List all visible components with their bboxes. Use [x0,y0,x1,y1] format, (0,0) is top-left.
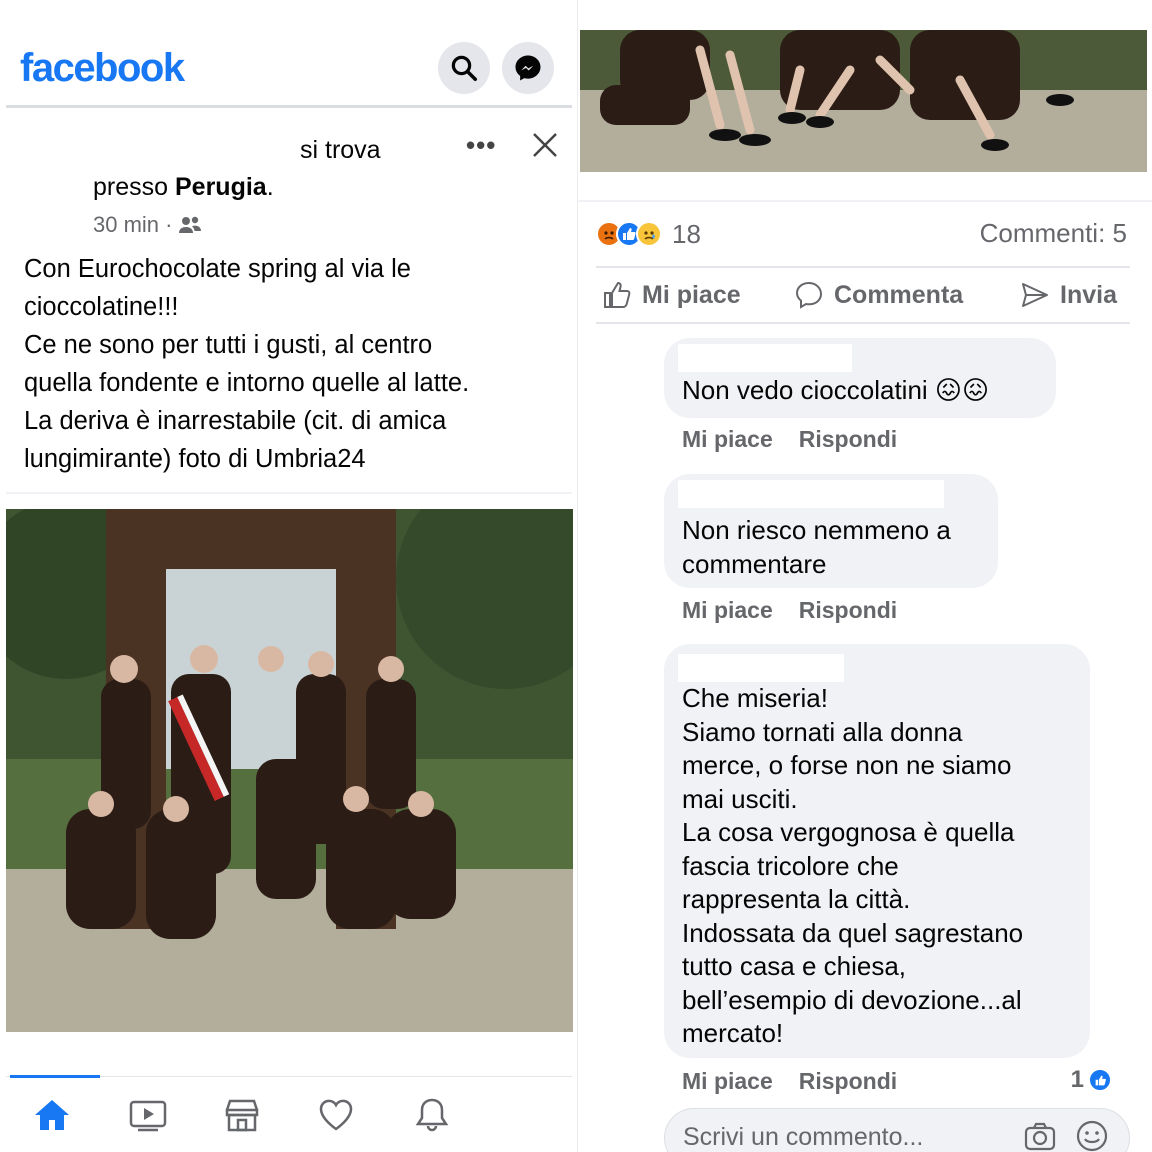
comment-text-line: Siamo tornati alla donna [682,716,963,747]
comment-reply-button[interactable]: Rispondi [799,1068,897,1095]
search-button[interactable] [438,42,490,94]
commenter-name-redacted[interactable] [678,344,852,372]
comment-text-line: Che miseria! [682,683,828,713]
comment-input-placeholder: Scrivi un commento... [683,1123,924,1151]
reactions-summary[interactable]: 18 [596,216,701,252]
dating-icon[interactable] [316,1095,356,1135]
right-screenshot: 18 Commenti: 5 Mi piace Commenta Invia N… [578,0,1152,1152]
comment-text-line: merce, o forse non ne siamo [682,750,1012,780]
comment-text-line: mai usciti. [682,783,798,814]
post-header: si trova presso Perugia. 30 min · ••• [0,126,578,238]
post-text-line: quella fondente e intorno quelle al latt… [24,369,470,397]
write-comment-input[interactable]: Scrivi un commento... [664,1108,1130,1152]
close-icon[interactable] [530,130,560,160]
post-photo[interactable] [6,509,573,1032]
comment-like-button[interactable]: Mi piace [682,426,773,453]
divider [6,492,572,494]
top-bar: facebook [6,30,572,108]
location-link[interactable]: Perugia [175,173,267,201]
commenter-name-redacted[interactable] [678,480,944,508]
friends-audience-icon [179,216,202,233]
photo-illustration [6,509,573,1032]
like-badge-icon [1088,1068,1112,1092]
home-icon[interactable] [32,1095,72,1135]
comment-bubble: Non riesco nemmeno a commentare [664,474,998,588]
post-actions: Mi piace Commenta Invia [596,266,1130,324]
comment-actions: Mi piace Rispondi [682,597,897,624]
bottom-navigation [6,1075,572,1152]
notifications-icon[interactable] [412,1095,452,1135]
comment-text: Che miseria! Siamo tornati alla donna me… [682,682,1023,1051]
post-text-line: Ce ne sono per tutti i gusti, al centro [24,331,433,359]
post-text: Con Eurochocolate spring al via le ciocc… [24,250,564,478]
facebook-logo[interactable]: facebook [20,46,185,91]
timestamp-text: 30 min · [93,212,173,237]
comment-likes-number: 1 [1070,1066,1084,1093]
commenter-name-redacted[interactable] [678,654,844,682]
comment-like-count[interactable]: 1 [1071,1066,1112,1094]
post-location: presso Perugia. [93,173,274,202]
post-location-line: si trova [300,136,381,164]
messenger-icon [515,55,541,81]
comment-actions: Mi piace Rispondi [682,1068,897,1095]
photo-illustration [580,30,1147,172]
thumbs-up-icon [604,281,631,308]
post-text-line: Con Eurochocolate spring al via le [24,255,411,283]
location-suffix: . [266,173,274,201]
comment-like-button[interactable]: Mi piace [682,1068,773,1095]
comment-reply-button[interactable]: Rispondi [799,426,897,453]
comment-text: Non vedo cioccolatini 😖😖 [682,375,990,405]
like-label: Mi piace [642,280,741,309]
post-photo-bottom[interactable] [580,30,1147,172]
comment-text-line: commentare [682,548,827,579]
active-tab-indicator [10,1075,100,1078]
comment-reply-button[interactable]: Rispondi [799,597,897,624]
comment-actions: Mi piace Rispondi [682,426,897,453]
comment-text-line: La cosa vergognosa è quella [682,817,1015,847]
messenger-button[interactable] [502,42,554,94]
comment-text-line: tutto casa e chiesa, [682,951,907,981]
search-icon [451,55,477,81]
video-icon[interactable] [128,1095,168,1135]
comment-text: Non riesco nemmeno a commentare [682,514,951,581]
comment-like-button[interactable]: Mi piace [682,597,773,624]
reactions-count: 18 [672,218,701,249]
more-options-button[interactable]: ••• [466,130,496,161]
location-prefix: presso [93,173,175,201]
comment-icon [795,281,823,309]
marketplace-icon[interactable] [222,1095,262,1135]
comment-text-line: Non riesco nemmeno a [682,515,951,545]
comment-text-line: Indossata da quel sagrestano [682,917,1024,948]
comment-bubble: Non vedo cioccolatini 😖😖 [664,338,1056,418]
post-text-line: lungimirante) foto di Umbria24 [24,445,366,473]
post-text-line: cioccolatine!!! [24,293,179,321]
comment-text-line: fascia tricolore che [682,850,899,881]
left-screenshot: facebook si trova presso Perugia. 30 min… [0,0,578,1152]
comment-bubble: Che miseria! Siamo tornati alla donna me… [664,644,1090,1058]
comments-count[interactable]: Commenti: 5 [980,218,1127,249]
camera-icon[interactable] [1023,1119,1057,1152]
comment-text-line: bell’esempio di devozione...al [682,984,1022,1015]
comment-text-line: mercato! [682,1018,784,1048]
sad-reaction-icon [636,221,662,247]
send-icon [1022,283,1048,307]
comment-button[interactable]: Commenta [794,280,963,310]
like-button[interactable]: Mi piace [602,280,741,310]
post-text-line: La deriva è inarrestabile (cit. di amica [24,407,447,435]
send-button[interactable]: Invia [1020,280,1117,310]
send-label: Invia [1060,280,1117,309]
post-timestamp[interactable]: 30 min · [93,212,202,238]
emoji-icon[interactable] [1075,1119,1109,1152]
comment-text-line: rappresenta la città. [682,884,911,914]
comment-label: Commenta [834,280,964,309]
divider [578,200,1152,202]
